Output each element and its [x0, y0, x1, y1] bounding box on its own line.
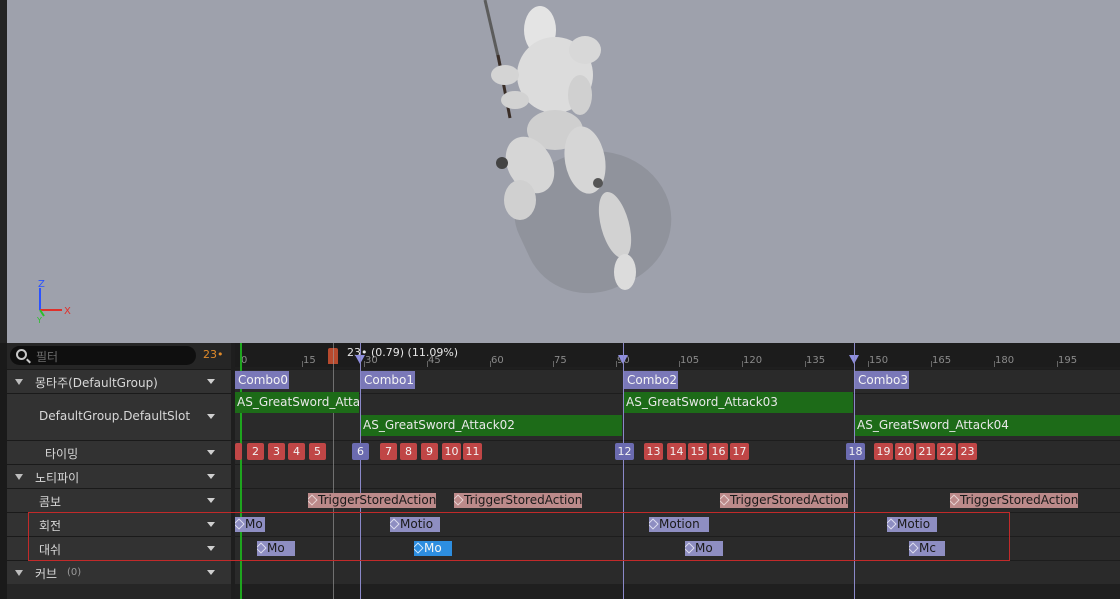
axis-z-label: Z	[38, 279, 45, 290]
notify-combo[interactable]: TriggerStoredAction	[454, 493, 582, 508]
timing-marker[interactable]: 8	[400, 443, 417, 460]
axis-x-label: X	[64, 306, 71, 317]
collapse-arrow-icon[interactable]	[15, 570, 23, 576]
viewport-left-border	[0, 0, 7, 343]
track-slot[interactable]: DefaultGroup.DefaultSlot	[7, 393, 231, 440]
timing-marker[interactable]: 4	[288, 443, 305, 460]
lane-notify	[235, 464, 1120, 488]
track-slot-label: DefaultGroup.DefaultSlot	[39, 409, 191, 423]
track-combo-label: 콤보	[39, 495, 62, 509]
timing-marker[interactable]: 13	[644, 443, 663, 460]
timing-marker[interactable]: 10	[442, 443, 461, 460]
notify-combo[interactable]: TriggerStoredAction	[720, 493, 848, 508]
timing-marker[interactable]: 9	[421, 443, 438, 460]
search-placeholder[interactable]: 필터	[36, 348, 58, 365]
tick-mark	[868, 361, 869, 367]
timing-marker[interactable]: 6	[352, 443, 369, 460]
timing-marker[interactable]: 11	[463, 443, 482, 460]
tick-mark	[805, 361, 806, 367]
section-combo1[interactable]: Combo1	[361, 371, 415, 389]
section-combo2[interactable]: Combo2	[624, 371, 678, 389]
highlight-box	[28, 512, 1010, 561]
track-timing[interactable]: 타이밍	[7, 440, 231, 464]
notify-combo[interactable]: TriggerStoredAction	[308, 493, 436, 508]
timing-marker[interactable]: 21	[916, 443, 935, 460]
tick-label: 105	[680, 355, 700, 366]
timing-marker[interactable]: 20	[895, 443, 914, 460]
anim-segment[interactable]: AS_GreatSword_Attack03	[624, 392, 853, 413]
tick-label: 120	[743, 355, 763, 366]
tick-mark	[490, 361, 491, 367]
timing-marker[interactable]: 22	[937, 443, 956, 460]
track-notify-label: 노티파이	[35, 471, 80, 485]
tick-mark	[302, 361, 303, 367]
tick-label: 135	[806, 355, 826, 366]
lane-curve	[235, 560, 1120, 584]
timing-marker[interactable]: 17	[730, 443, 749, 460]
tick-mark	[742, 361, 743, 367]
axis-gizmo: Z X Y	[36, 279, 71, 325]
tick-mark	[931, 361, 932, 367]
tick-label: 75	[554, 355, 567, 366]
search-box[interactable]: 필터	[10, 346, 196, 365]
timing-marker[interactable]: 3	[268, 443, 285, 460]
time-ruler[interactable]: 0 15 30 45 60 75 90 105 120 135 150 165 …	[235, 343, 1120, 367]
timing-marker[interactable]: 23	[958, 443, 977, 460]
timing-marker[interactable]: 16	[709, 443, 728, 460]
anim-segment[interactable]: AS_GreatSword_Attack02	[361, 415, 622, 436]
track-curve-count: (0)	[67, 567, 82, 578]
notify-combo[interactable]: TriggerStoredAction	[950, 493, 1078, 508]
track-combo[interactable]: 콤보	[7, 488, 231, 512]
anim-segment[interactable]: AS_GreatSword_Attac	[235, 392, 359, 413]
timing-marker[interactable]: 15	[688, 443, 707, 460]
tick-mark	[553, 361, 554, 367]
chevron-down-icon[interactable]	[207, 498, 215, 503]
tick-mark	[679, 361, 680, 367]
collapse-arrow-icon[interactable]	[15, 379, 23, 385]
chevron-down-icon[interactable]	[207, 570, 215, 575]
section-combo3[interactable]: Combo3	[855, 371, 909, 389]
timing-marker[interactable]: 14	[667, 443, 686, 460]
chevron-down-icon[interactable]	[207, 474, 215, 479]
track-curve-label: 커브	[35, 567, 58, 581]
timing-marker[interactable]: 12	[615, 443, 634, 460]
track-montage[interactable]: 몽타주(DefaultGroup)	[7, 369, 231, 393]
tick-mark	[1057, 361, 1058, 367]
tick-label: 180	[995, 355, 1015, 366]
tick-label: 60	[491, 355, 504, 366]
viewport[interactable]: Z X Y	[0, 0, 1120, 343]
tick-mark	[427, 361, 428, 367]
chevron-down-icon[interactable]	[207, 414, 215, 419]
axis-y-label: Y	[36, 316, 42, 325]
timing-marker[interactable]: 7	[380, 443, 397, 460]
search-icon	[16, 349, 27, 360]
section-combo0[interactable]: Combo0	[235, 371, 289, 389]
track-curve[interactable]: 커브 (0)	[7, 560, 231, 584]
chevron-down-icon[interactable]	[207, 450, 215, 455]
collapse-arrow-icon[interactable]	[15, 474, 23, 480]
tick-label: 15	[303, 355, 316, 366]
timing-marker[interactable]	[235, 443, 242, 460]
anim-segment[interactable]: AS_GreatSword_Attack04	[855, 415, 1120, 436]
tick-label: 165	[932, 355, 952, 366]
chevron-down-icon[interactable]	[207, 379, 215, 384]
timing-marker[interactable]: 2	[247, 443, 264, 460]
track-montage-label: 몽타주(DefaultGroup)	[35, 376, 158, 390]
track-notify[interactable]: 노티파이	[7, 464, 231, 488]
tick-label: 195	[1058, 355, 1078, 366]
tick-label: 150	[869, 355, 889, 366]
mannequin-character[interactable]	[470, 0, 690, 310]
current-frame-indicator: 23•	[203, 348, 224, 361]
timing-marker[interactable]: 18	[846, 443, 865, 460]
tick-mark	[616, 361, 617, 367]
track-timing-label: 타이밍	[45, 447, 79, 461]
timing-marker[interactable]: 19	[874, 443, 893, 460]
timing-marker[interactable]: 5	[309, 443, 326, 460]
tick-mark	[994, 361, 995, 367]
